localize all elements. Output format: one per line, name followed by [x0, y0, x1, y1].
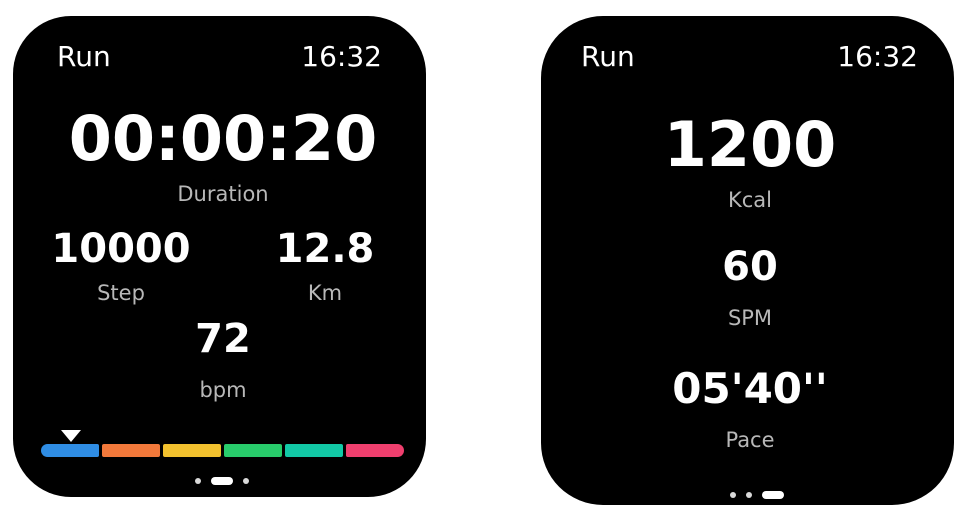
page-dot[interactable] [730, 492, 736, 498]
app-title: Run [57, 40, 111, 73]
hr-zone-segment-5 [285, 444, 343, 457]
zone-pointer-icon [61, 430, 81, 442]
hr-zone-segment-6 [346, 444, 404, 457]
hr-zone-segment-1 [41, 444, 99, 457]
calories-label: Kcal [727, 188, 773, 212]
watch-screen-left: Run 16:32 00:00:20 Duration 10000 Step 1… [13, 16, 426, 497]
page-dot[interactable] [746, 492, 752, 498]
pace-value: 05'40'' [672, 364, 828, 413]
cadence-value: 60 [722, 244, 778, 290]
steps-value: 10000 [51, 226, 191, 272]
watch-screen-right: Run 16:32 1200 Kcal 60 SPM 05'40'' Pace [541, 16, 954, 505]
calories-value: 1200 [663, 108, 837, 181]
page-dot[interactable] [195, 478, 201, 484]
page-dot[interactable] [243, 478, 249, 484]
hr-zone-segment-2 [102, 444, 160, 457]
steps-label: Step [97, 281, 145, 305]
clock: 16:32 [837, 40, 918, 73]
page-dot-active[interactable] [762, 491, 784, 499]
distance-value: 12.8 [275, 226, 375, 272]
heart-rate-label: bpm [199, 378, 247, 402]
app-title: Run [581, 40, 635, 73]
heart-rate-value: 72 [195, 316, 251, 362]
distance-label: Km [307, 281, 343, 305]
hr-zone-segment-4 [224, 444, 282, 457]
hr-zone-segment-3 [163, 444, 221, 457]
cadence-label: SPM [727, 306, 773, 330]
duration-label: Duration [177, 182, 269, 206]
pace-label: Pace [725, 428, 775, 452]
duration-value: 00:00:20 [68, 102, 378, 175]
clock: 16:32 [301, 40, 382, 73]
page-dot-active[interactable] [211, 477, 233, 485]
